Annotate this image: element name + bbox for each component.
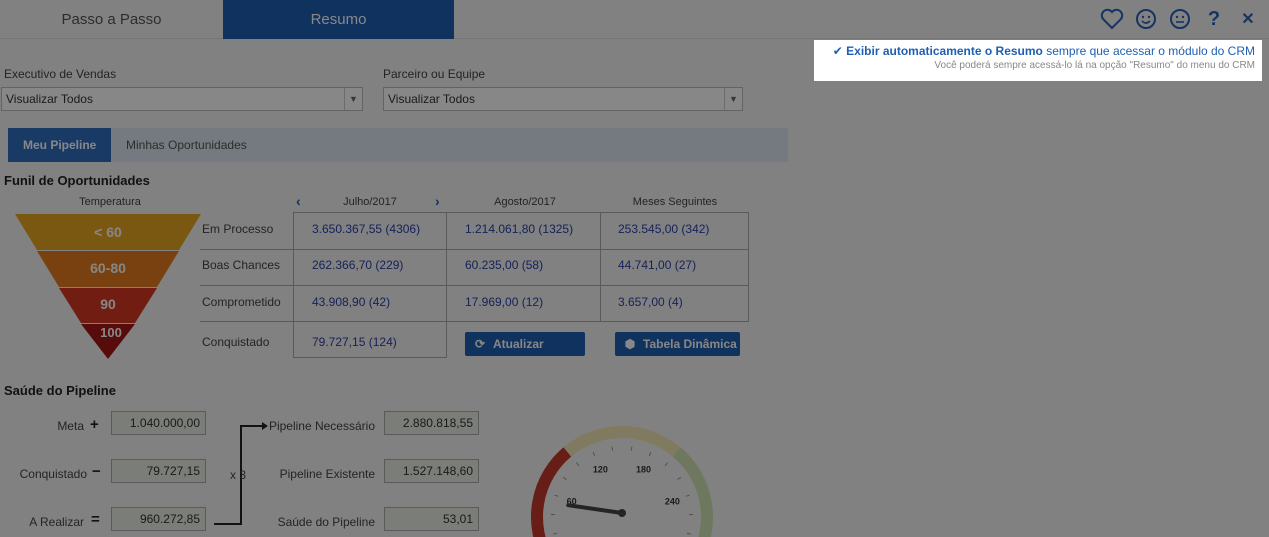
tab-summary[interactable]: Resumo: [223, 0, 454, 39]
gauge-tick-label: 120: [593, 465, 608, 475]
cell-in-process-m3[interactable]: 253.545,00 (342): [618, 222, 709, 236]
close-icon[interactable]: ✕: [1235, 6, 1261, 32]
auto-show-bold: Exibir automaticamente o Resumo: [846, 44, 1043, 58]
chevron-down-icon[interactable]: ▼: [344, 88, 362, 110]
cell-committed-m1[interactable]: 43.908,90 (42): [312, 295, 390, 309]
gauge-tick: [648, 451, 652, 456]
goal-value[interactable]: 1.040.000,00: [111, 411, 206, 435]
sales-exec-select[interactable]: Visualizar Todos ▼: [1, 87, 363, 111]
gauge-tick: [685, 494, 690, 497]
gauge-band-yellow: [563, 426, 681, 457]
gauge-tick: [554, 494, 559, 497]
cell-good-chances-m1[interactable]: 262.366,70 (229): [312, 258, 403, 272]
chevron-down-icon[interactable]: ▼: [724, 88, 742, 110]
won-value: 79.727,15: [111, 459, 206, 483]
gauge-tick: [630, 446, 633, 451]
funnel-level-1: < 60: [94, 224, 122, 240]
temperature-header: Temperatura: [79, 196, 141, 208]
auto-show-text[interactable]: ✔ Exibir automaticamente o Resumo sempre…: [814, 44, 1255, 58]
row-label-good-chances: Boas Chances: [202, 258, 281, 272]
cell-committed-m2[interactable]: 17.969,00 (12): [465, 295, 543, 309]
help-icon[interactable]: ?: [1201, 6, 1227, 32]
plus-icon: +: [90, 416, 99, 433]
equals-icon: =: [91, 511, 100, 528]
smile-icon[interactable]: [1133, 6, 1159, 32]
funnel-level-2: 60-80: [90, 260, 126, 276]
health-label: Saúde do Pipeline: [277, 515, 375, 529]
tab-my-opportunities[interactable]: Minhas Oportunidades: [111, 128, 262, 162]
refresh-button[interactable]: ⟳ Atualizar: [465, 332, 585, 356]
todo-value: 960.272,85: [111, 507, 206, 531]
gauge-band-red: [531, 447, 572, 537]
multiplier: x 3: [230, 468, 247, 482]
month2-header: Agosto/2017: [494, 196, 556, 208]
minus-icon: −: [92, 463, 101, 480]
cell-good-chances-m2[interactable]: 60.235,00 (58): [465, 258, 543, 272]
partner-value: Visualizar Todos: [388, 92, 475, 106]
auto-show-rest: sempre que acessar o módulo do CRM: [1046, 44, 1255, 58]
gauge-tick: [686, 532, 692, 535]
funnel-title: Funil de Oportunidades: [4, 173, 150, 188]
gauge-tick: [677, 476, 682, 480]
won-label: Conquistado: [19, 467, 87, 481]
cell-good-chances-m3[interactable]: 44.741,00 (27): [618, 258, 696, 272]
goal-label: Meta: [57, 419, 84, 433]
gauge-band-green: [672, 447, 713, 537]
funnel-level-3: 90: [100, 296, 116, 312]
partner-select[interactable]: Visualizar Todos ▼: [383, 87, 743, 111]
neutral-face-icon[interactable]: [1167, 6, 1193, 32]
gauge-tick: [592, 451, 596, 456]
existing-value: 1.527.148,60: [384, 459, 479, 483]
pivot-table-button[interactable]: ⬢ Tabela Dinâmica: [615, 332, 740, 356]
gauge-tick: [562, 476, 567, 480]
tab-step-by-step[interactable]: Passo a Passo: [0, 0, 223, 39]
row-label-won: Conquistado: [202, 335, 270, 349]
cell-in-process-m1[interactable]: 3.650.367,55 (4306): [312, 222, 420, 236]
row-label-committed: Comprometido: [202, 295, 281, 309]
month1-header: Julho/2017: [343, 196, 397, 208]
auto-show-panel[interactable]: ✔ Exibir automaticamente o Resumo sempre…: [814, 40, 1262, 81]
gauge-tick-label: 180: [636, 465, 651, 475]
cube-icon: ⬢: [624, 337, 636, 351]
gauge-tick-label: 240: [665, 497, 680, 507]
refresh-icon: ⟳: [474, 337, 486, 351]
next-month-icon[interactable]: ›: [435, 193, 440, 209]
auto-show-note: Você poderá sempre acessá-lo lá na opção…: [934, 60, 1255, 71]
top-icons: ? ✕: [1099, 6, 1261, 32]
check-icon: ✔: [832, 44, 843, 58]
health-value: 53,01: [384, 507, 479, 531]
gauge-tick: [552, 532, 558, 535]
funnel-level-4: 100: [100, 325, 122, 340]
sales-exec-value: Visualizar Todos: [6, 92, 93, 106]
pipeline-health-gauge: 060120180240300: [531, 426, 713, 537]
row-label-in-process: Em Processo: [202, 222, 274, 236]
cell-won-m1[interactable]: 79.727,15 (124): [312, 335, 397, 349]
partner-label: Parceiro ou Equipe: [383, 67, 486, 81]
gauge-hub: [618, 509, 626, 517]
needed-value: 2.880.818,55: [384, 411, 479, 435]
gauge-tick: [611, 446, 614, 451]
top-bar: Passo a Passo Resumo ? ✕: [0, 0, 1269, 39]
month3-header: Meses Seguintes: [632, 196, 718, 208]
cell-committed-m3[interactable]: 3.657,00 (4): [618, 295, 683, 309]
pivot-table-label: Tabela Dinâmica: [643, 337, 737, 351]
funnel-graphic: < 60 60-80 90 100: [15, 214, 201, 359]
tab-my-pipeline[interactable]: Meu Pipeline: [8, 128, 112, 162]
gauge-needle: [566, 503, 624, 515]
heart-icon[interactable]: [1099, 6, 1125, 32]
sales-exec-label: Executivo de Vendas: [4, 67, 117, 81]
todo-label: A Realizar: [29, 515, 84, 529]
prev-month-icon[interactable]: ‹: [296, 193, 301, 209]
needed-label: Pipeline Necessário: [268, 419, 375, 433]
pipeline-tabs: Meu Pipeline Minhas Oportunidades: [8, 128, 788, 162]
gauge-tick: [575, 462, 580, 466]
gauge-tick: [664, 462, 669, 466]
cell-in-process-m2[interactable]: 1.214.061,80 (1325): [465, 222, 573, 236]
existing-label: Pipeline Existente: [279, 467, 375, 481]
health-title: Saúde do Pipeline: [4, 383, 116, 398]
refresh-label: Atualizar: [493, 337, 544, 351]
